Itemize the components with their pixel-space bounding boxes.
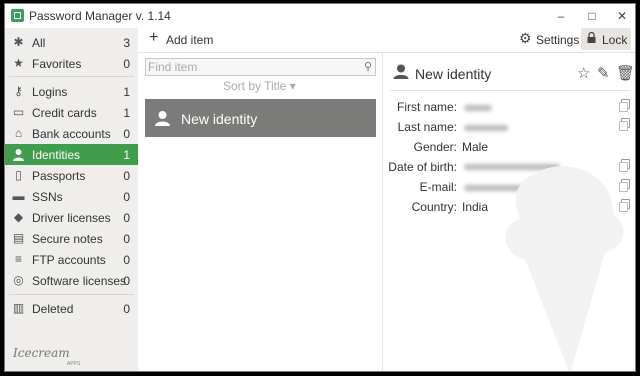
sidebar-item-identities[interactable]: Identities 1 xyxy=(5,144,138,165)
sidebar-item-count: 1 xyxy=(123,106,130,120)
sidebar-item-secure-notes[interactable]: ▤ Secure notes 0 xyxy=(5,228,138,249)
app-window: Password Manager v. 1.14 – □ ✕ ✱ All 3 ★… xyxy=(4,3,636,372)
search-input[interactable] xyxy=(147,60,357,74)
person-icon xyxy=(12,148,25,161)
detail-title: New identity xyxy=(415,66,492,82)
date-of-birth-label: Date of birth: xyxy=(388,160,457,174)
sidebar-item-logins[interactable]: ⚷ Logins 1 xyxy=(5,81,138,102)
copy-icon[interactable] xyxy=(619,118,630,131)
sidebar-item-bank-accounts[interactable]: ⌂ Bank accounts 0 xyxy=(5,123,138,144)
lock-button[interactable]: Lock xyxy=(581,28,631,50)
bank-icon: ⌂ xyxy=(14,126,23,140)
sidebar-item-all[interactable]: ✱ All 3 xyxy=(5,32,138,53)
sidebar-item-software-licenses[interactable]: ◎ Software licenses 0 xyxy=(5,270,138,291)
country-label: Country: xyxy=(411,200,457,214)
close-button[interactable]: ✕ xyxy=(607,6,635,26)
ice-cream-watermark-icon xyxy=(505,166,624,371)
last-name-label: Last name: xyxy=(397,120,457,134)
sidebar-item-count: 0 xyxy=(123,253,130,267)
sidebar-item-count: 0 xyxy=(123,274,130,288)
sidebar-item-count: 0 xyxy=(123,232,130,246)
plus-icon: + xyxy=(149,29,159,46)
sidebar-item-count: 0 xyxy=(123,57,130,71)
sidebar-item-label: Passports xyxy=(32,169,86,183)
sidebar-item-label: Software licenses xyxy=(32,274,127,288)
delete-trash-icon[interactable]: 🗑 xyxy=(616,64,635,82)
settings-label: Settings xyxy=(536,33,580,47)
sidebar-item-ftp-accounts[interactable]: ≡ FTP accounts 0 xyxy=(5,249,138,270)
sidebar-item-label: Identities xyxy=(32,148,81,162)
sidebar-item-label: Driver licenses xyxy=(32,211,111,225)
server-icon: ≡ xyxy=(14,252,22,266)
first-name-value-redacted[interactable] xyxy=(464,105,492,111)
sidebar-item-driver-licenses[interactable]: ◆ Driver licenses 0 xyxy=(5,207,138,228)
list-item[interactable]: New identity xyxy=(145,99,376,137)
sidebar-divider xyxy=(9,294,134,295)
sidebar-item-label: Favorites xyxy=(32,57,82,71)
window-title: Password Manager v. 1.14 xyxy=(29,9,171,23)
favorite-star-icon[interactable]: ☆ xyxy=(577,64,590,82)
sidebar-divider xyxy=(9,76,134,77)
sidebar-item-favorites[interactable]: ★ Favorites 0 xyxy=(5,53,138,74)
sidebar: ✱ All 3 ★ Favorites 0 ⚷ Logins 1 ▭ Credi… xyxy=(5,28,138,371)
country-value[interactable]: India xyxy=(462,200,488,214)
app-logo-icon xyxy=(11,9,24,22)
sidebar-item-label: FTP accounts xyxy=(32,253,106,267)
person-icon xyxy=(155,111,170,126)
sidebar-item-count: 1 xyxy=(123,85,130,99)
edit-pencil-icon[interactable]: ✎ xyxy=(597,64,610,82)
sidebar-item-count: 0 xyxy=(123,169,130,183)
sidebar-item-credit-cards[interactable]: ▭ Credit cards 1 xyxy=(5,102,138,123)
brand-logo-sub: APPS xyxy=(67,361,81,367)
car-icon: ◆ xyxy=(13,210,24,224)
sidebar-item-count: 0 xyxy=(123,302,130,316)
sidebar-item-label: Bank accounts xyxy=(32,127,111,141)
key-icon: ⚷ xyxy=(14,84,23,98)
gear-icon: ⚙ xyxy=(519,30,532,46)
brand-logo: Icecream xyxy=(13,346,70,360)
sidebar-item-label: Deleted xyxy=(32,302,74,316)
star-icon: ★ xyxy=(13,56,24,70)
add-item-label: Add item xyxy=(166,33,214,47)
minimize-button[interactable]: – xyxy=(546,6,576,26)
copy-icon[interactable] xyxy=(619,99,630,112)
sidebar-item-count: 0 xyxy=(123,211,130,225)
search-box: ⚲ xyxy=(145,58,376,76)
sidebar-item-passports[interactable]: ▯ Passports 0 xyxy=(5,165,138,186)
gender-label: Gender: xyxy=(413,140,457,154)
sidebar-item-label: Credit cards xyxy=(32,106,97,120)
first-name-label: First name: xyxy=(396,100,457,114)
credit-card-icon: ▭ xyxy=(12,105,25,119)
sort-dropdown[interactable]: Sort by Title ▾ xyxy=(223,79,296,93)
sidebar-item-count: 3 xyxy=(123,36,130,50)
passport-icon: ▯ xyxy=(15,168,22,182)
person-icon xyxy=(393,64,409,79)
sidebar-item-count: 1 xyxy=(123,148,130,162)
sidebar-item-count: 0 xyxy=(123,127,130,141)
sidebar-item-count: 0 xyxy=(123,190,130,204)
sidebar-item-label: Logins xyxy=(32,85,68,99)
sidebar-item-label: Secure notes xyxy=(32,232,103,246)
trash-icon: ▥ xyxy=(12,301,25,315)
lock-label: Lock xyxy=(602,33,628,47)
sidebar-item-deleted[interactable]: ▥ Deleted 0 xyxy=(5,298,138,319)
globe-icon: ◎ xyxy=(13,273,24,287)
asterisk-icon: ✱ xyxy=(13,35,24,49)
detail-divider xyxy=(390,90,630,91)
title-bar: Password Manager v. 1.14 – □ ✕ xyxy=(5,4,635,28)
list-item-title: New identity xyxy=(181,111,258,127)
search-icon[interactable]: ⚲ xyxy=(364,60,372,73)
email-label: E-mail: xyxy=(419,180,457,194)
note-icon: ▤ xyxy=(12,231,25,245)
gender-value[interactable]: Male xyxy=(462,140,488,154)
sidebar-item-label: All xyxy=(32,36,46,50)
last-name-value-redacted[interactable] xyxy=(464,125,508,131)
maximize-button[interactable]: □ xyxy=(577,6,607,26)
toolbar-divider xyxy=(138,52,635,53)
sidebar-item-ssns[interactable]: ▬ SSNs 0 xyxy=(5,186,138,207)
id-card-icon: ▬ xyxy=(12,189,25,203)
sidebar-item-label: SSNs xyxy=(32,190,63,204)
lock-icon xyxy=(587,32,596,43)
